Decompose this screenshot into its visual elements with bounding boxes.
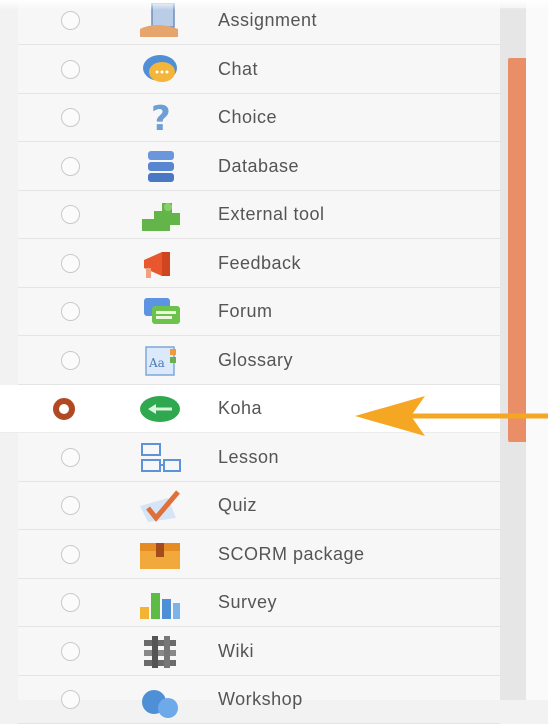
- activity-label: Lesson: [218, 446, 280, 467]
- activity-option-external-tool[interactable]: External tool: [18, 191, 500, 239]
- radio-button[interactable]: [61, 108, 80, 127]
- activity-label: Quiz: [218, 495, 258, 515]
- radio-button[interactable]: [61, 11, 80, 30]
- right-edge: [526, 0, 548, 700]
- megaphone-icon: [134, 246, 186, 282]
- svg-text:Aa: Aa: [148, 356, 165, 370]
- activity-option-choice[interactable]: ? Choice: [18, 94, 500, 142]
- workshop-icon: [134, 682, 186, 718]
- activity-option-chat[interactable]: Chat: [18, 46, 500, 94]
- radio-button[interactable]: [61, 253, 80, 273]
- radio-button[interactable]: [61, 156, 80, 176]
- activity-label: Forum: [218, 301, 273, 321]
- activity-label: External tool: [218, 204, 325, 224]
- activity-option-lesson[interactable]: Lesson: [18, 434, 500, 482]
- activity-option-survey[interactable]: Survey: [18, 579, 500, 627]
- scorm-package-icon: [134, 537, 186, 573]
- activity-label: Chat: [218, 58, 259, 79]
- survey-icon: [134, 585, 186, 621]
- radio-button[interactable]: [61, 641, 80, 661]
- pointer-arrow-icon: [355, 396, 548, 436]
- radio-button[interactable]: [61, 544, 80, 564]
- radio-button[interactable]: [61, 496, 80, 515]
- scrollbar-thumb[interactable]: [508, 58, 528, 442]
- radio-button[interactable]: [61, 302, 80, 321]
- koha-icon: [134, 391, 186, 427]
- activity-option-feedback[interactable]: Feedback: [18, 240, 500, 288]
- question-icon: ?: [134, 99, 186, 139]
- radio-button[interactable]: [61, 593, 80, 612]
- wiki-icon: [134, 634, 186, 670]
- radio-button[interactable]: [61, 59, 80, 79]
- svg-text:?: ?: [151, 100, 171, 136]
- activity-label: Assignment: [218, 10, 318, 30]
- activity-label: Glossary: [218, 349, 294, 370]
- activity-label: Survey: [218, 592, 278, 612]
- activity-label: Choice: [218, 107, 278, 127]
- activity-label: Database: [218, 155, 300, 176]
- activity-label: Wiki: [218, 640, 254, 661]
- radio-button[interactable]: [61, 350, 80, 370]
- puzzle-icon: [134, 197, 186, 233]
- quiz-icon: [134, 488, 186, 524]
- activity-option-quiz[interactable]: Quiz: [18, 482, 500, 530]
- lesson-icon: [134, 440, 186, 476]
- database-icon: [134, 149, 186, 185]
- activity-label: Feedback: [218, 252, 302, 273]
- activity-option-database[interactable]: Database: [18, 143, 500, 191]
- chat-icon: [134, 52, 186, 88]
- radio-button-selected[interactable]: [53, 398, 75, 420]
- activity-option-forum[interactable]: Forum: [18, 288, 500, 336]
- radio-button[interactable]: [61, 205, 80, 224]
- activity-label: Koha: [218, 398, 263, 418]
- activity-option-scorm-package[interactable]: SCORM package: [18, 531, 500, 579]
- glossary-icon: Aa: [134, 343, 186, 379]
- forum-icon: [134, 294, 186, 330]
- activity-option-workshop[interactable]: Workshop: [18, 676, 500, 724]
- activity-label: SCORM package: [218, 543, 365, 564]
- activity-option-glossary[interactable]: Aa Glossary: [18, 337, 500, 385]
- radio-button[interactable]: [61, 447, 80, 467]
- activity-option-wiki[interactable]: Wiki: [18, 628, 500, 676]
- top-fade: [0, 0, 548, 10]
